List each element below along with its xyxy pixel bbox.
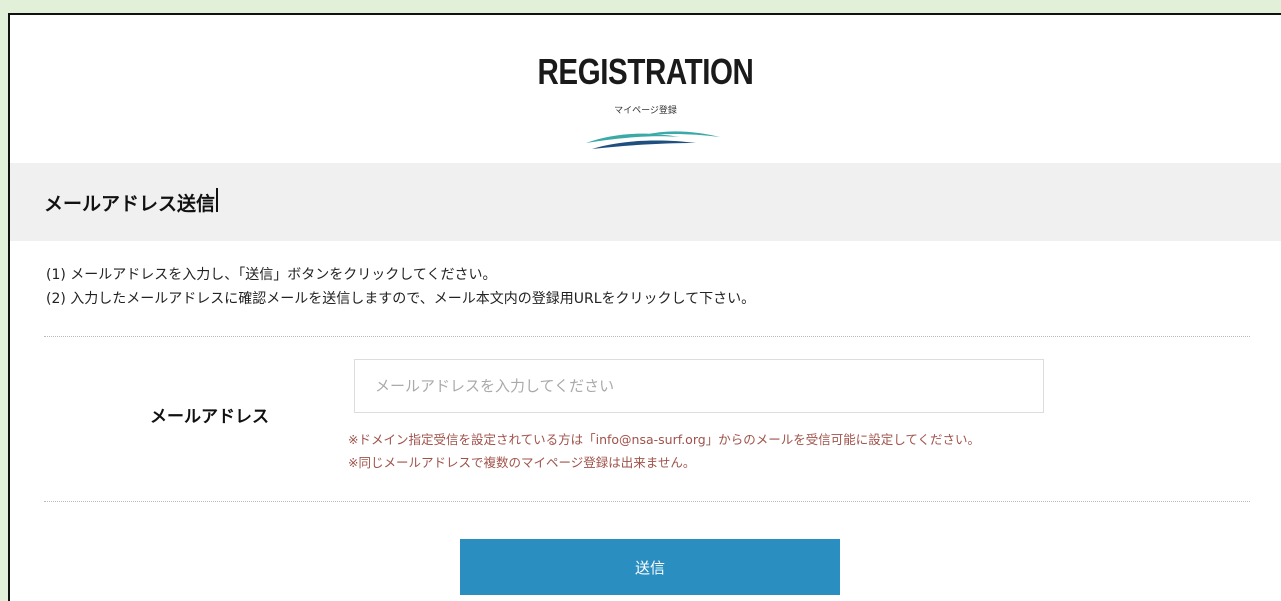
page-header: REGISTRATION マイページ登録 — [10, 15, 1281, 163]
section-title: メールアドレス送信 — [44, 192, 216, 215]
instruction-line: (2) 入力したメールアドレスに確認メールを送信しますので、メール本文内の登録用… — [46, 291, 756, 307]
logo-subtitle: マイページ登録 — [614, 106, 677, 116]
email-input[interactable] — [354, 359, 1044, 413]
duplicate-notice: ※同じメールアドレスで複数のマイページ登録は出来ません。 — [348, 455, 696, 470]
domain-notice: ※ドメイン指定受信を設定されている方は「info@nsa-surf.org」から… — [348, 432, 980, 447]
email-form-row: メールアドレス ※ドメイン指定受信を設定されている方は「info@nsa-sur… — [10, 337, 1281, 501]
instruction-line: (1) メールアドレスを入力し、「送信」ボタンをクリックしてください。 — [46, 267, 497, 283]
divider — [44, 501, 1250, 502]
instructions: (1) メールアドレスを入力し、「送信」ボタンをクリックしてください。 (2) … — [10, 241, 1281, 311]
wave-logo-icon — [586, 131, 720, 149]
registration-page: REGISTRATION マイページ登録 メールアドレス送信 (1) メールアド… — [8, 13, 1281, 601]
logo-title: REGISTRATION — [537, 51, 754, 92]
email-label: メールアドレス — [150, 407, 269, 427]
text-cursor — [216, 188, 218, 212]
section-header: メールアドレス送信 — [10, 163, 1281, 241]
submit-button[interactable]: 送信 — [460, 539, 840, 595]
